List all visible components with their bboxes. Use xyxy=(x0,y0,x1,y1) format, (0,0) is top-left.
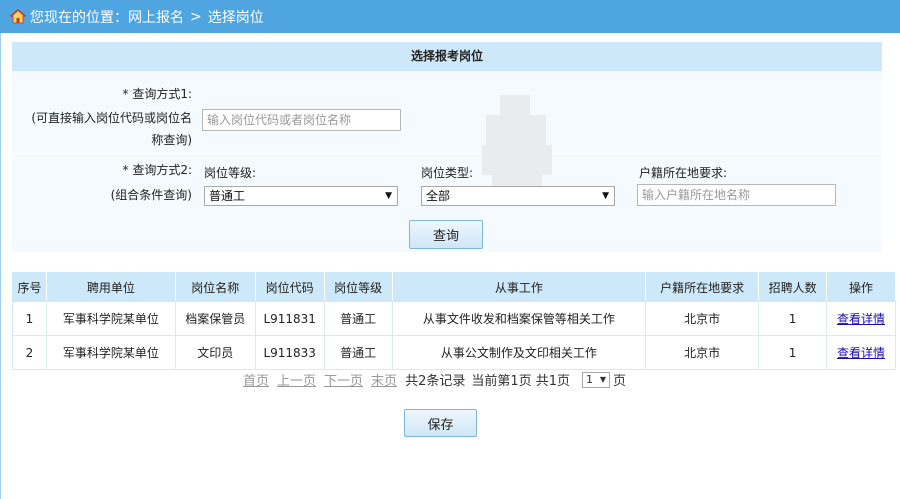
cell-position-name: 文印员 xyxy=(174,335,256,370)
breadcrumb-separator: > xyxy=(190,8,202,25)
type-select-value: 全部 xyxy=(426,189,451,203)
cell-headcount: 1 xyxy=(758,301,828,336)
table-header-row: 序号 聘用单位 岗位名称 岗位代码 岗位等级 从事工作 户籍所在地要求 招聘人数… xyxy=(12,272,896,302)
dropdown-arrow-icon: ▼ xyxy=(385,191,392,201)
cell-position-level: 普通工 xyxy=(323,335,393,370)
col-header: 从事工作 xyxy=(391,272,647,302)
main-content: 选择报考岗位 * 查询方式1: (可直接输入岗位代码或岗位名 称查询) * 查询… xyxy=(0,33,900,499)
mode1-label-text: 查询方式1: xyxy=(132,87,192,101)
cell-headcount: 1 xyxy=(758,335,828,370)
mode1-desc-line1: (可直接输入岗位代码或岗位名 xyxy=(31,111,192,125)
cell-residence: 北京市 xyxy=(645,335,760,370)
top-bar: 您现在的位置： 网上报名 > 选择岗位 xyxy=(0,0,900,33)
residence-label: 户籍所在地要求: xyxy=(639,166,728,180)
level-select-value: 普通工 xyxy=(209,189,246,203)
mode2-label-text: 查询方式2: xyxy=(132,163,192,177)
cell-position-name: 档案保管员 xyxy=(174,301,256,336)
table-row: 1 军事科学院某单位 档案保管员 L911831 普通工 从事文件收发和档案保管… xyxy=(12,301,896,336)
type-label: 岗位类型: xyxy=(421,166,474,180)
pagination: 首页 上一页 下一页 末页 共2条记录 当前第1页 共1页 1 ▼ 页 xyxy=(243,370,626,389)
first-page-link[interactable]: 首页 xyxy=(243,370,269,389)
last-page-link[interactable]: 末页 xyxy=(371,370,397,389)
results-table: 序号 聘用单位 岗位名称 岗位代码 岗位等级 从事工作 户籍所在地要求 招聘人数… xyxy=(12,272,896,370)
position-code-input[interactable] xyxy=(202,109,401,131)
cell-action: 查看详情 xyxy=(826,301,896,336)
cell-employer: 军事科学院某单位 xyxy=(45,301,176,336)
home-icon xyxy=(10,9,26,24)
page-unit: 页 xyxy=(613,374,627,389)
col-header: 岗位名称 xyxy=(174,272,256,302)
breadcrumb-select-position: 选择岗位 xyxy=(207,9,264,26)
panel-title: 选择报考岗位 xyxy=(12,42,882,71)
view-details-link[interactable]: 查看详情 xyxy=(837,346,885,360)
cell-position-code: L911833 xyxy=(254,335,325,370)
cell-residence: 北京市 xyxy=(645,301,760,336)
col-header: 岗位代码 xyxy=(254,272,325,302)
col-header: 序号 xyxy=(12,272,47,302)
query-mode1-row: * 查询方式1: (可直接输入岗位代码或岗位名 称查询) xyxy=(12,71,882,195)
required-mark: * xyxy=(122,87,129,101)
cell-index: 1 xyxy=(12,301,47,336)
prev-page-link[interactable]: 上一页 xyxy=(277,370,316,389)
cell-work-desc: 从事公文制作及文印相关工作 xyxy=(391,335,647,370)
type-select[interactable]: 全部 ▼ xyxy=(421,186,615,206)
view-details-link[interactable]: 查看详情 xyxy=(837,312,885,326)
search-panel: 选择报考岗位 * 查询方式1: (可直接输入岗位代码或岗位名 称查询) * 查询… xyxy=(12,42,882,252)
cell-employer: 军事科学院某单位 xyxy=(45,335,176,370)
breadcrumb-online-registration[interactable]: 网上报名 xyxy=(128,7,184,27)
dropdown-arrow-icon: ▼ xyxy=(602,191,609,201)
mode2-desc: (组合条件查询) xyxy=(110,188,192,202)
cell-position-code: L911831 xyxy=(254,301,325,336)
col-header: 户籍所在地要求 xyxy=(645,272,760,302)
col-header: 招聘人数 xyxy=(758,272,828,302)
current-page-info: 当前第1页 共1页 xyxy=(471,374,571,389)
col-header: 聘用单位 xyxy=(45,272,176,302)
mode2-label: * 查询方式2: xyxy=(12,159,192,181)
mode1-label: * 查询方式1: xyxy=(12,83,192,105)
cell-action: 查看详情 xyxy=(826,335,896,370)
required-mark: * xyxy=(122,163,129,177)
table-row: 2 军事科学院某单位 文印员 L911833 普通工 从事公文制作及文印相关工作… xyxy=(12,335,896,370)
residence-input[interactable] xyxy=(637,184,836,206)
query-button-row: 查询 xyxy=(12,218,882,252)
next-page-link[interactable]: 下一页 xyxy=(324,370,363,389)
col-header: 操作 xyxy=(826,272,896,302)
cell-index: 2 xyxy=(12,335,47,370)
location-prefix: 您现在的位置： xyxy=(30,9,128,26)
query-mode2-row: * 查询方式2: (组合条件查询) 岗位等级: 普通工 ▼ 岗位类型: 全部 ▼… xyxy=(12,155,882,216)
query-button[interactable]: 查询 xyxy=(409,220,483,249)
dropdown-arrow-icon: ▼ xyxy=(599,374,607,384)
mode1-desc-line2: 称查询) xyxy=(151,133,192,147)
level-label: 岗位等级: xyxy=(204,166,257,180)
level-select[interactable]: 普通工 ▼ xyxy=(204,186,398,206)
cell-position-level: 普通工 xyxy=(323,301,393,336)
page-select[interactable]: 1 ▼ xyxy=(582,371,611,388)
cell-work-desc: 从事文件收发和档案保管等相关工作 xyxy=(391,301,647,336)
total-records: 共2条记录 xyxy=(405,374,466,389)
col-header: 岗位等级 xyxy=(323,272,393,302)
page-select-value: 1 xyxy=(586,372,594,386)
save-button[interactable]: 保存 xyxy=(404,409,477,437)
